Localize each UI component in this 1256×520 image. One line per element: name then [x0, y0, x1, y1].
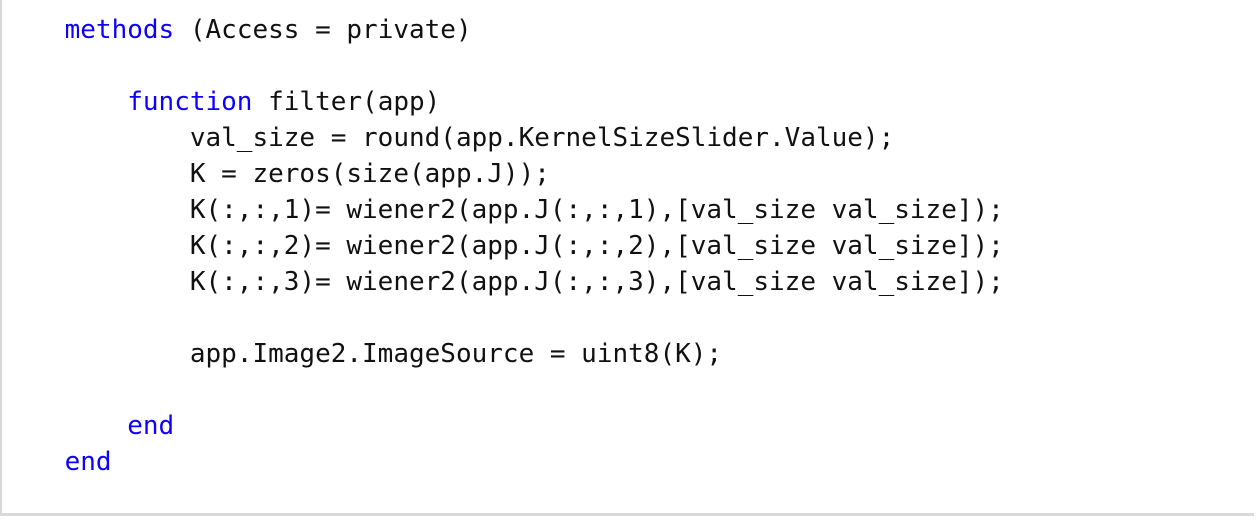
code-text: filter(app) [252, 87, 441, 117]
code-text: K(:,:,1)= wiener2(app.J(:,:,1),[val_size… [189, 195, 1004, 225]
code-line: function filter(app) [2, 84, 1004, 120]
code-line: K(:,:,3)= wiener2(app.J(:,:,3),[val_size… [2, 264, 1004, 300]
code-text: app.Image2.ImageSource = uint8(K); [189, 339, 723, 369]
code-line: K(:,:,2)= wiener2(app.J(:,:,2),[val_size… [2, 228, 1004, 264]
code-text: K(:,:,3)= wiener2(app.J(:,:,3),[val_size… [189, 267, 1004, 297]
code-editor[interactable]: methods (Access = private) function filt… [0, 0, 1254, 516]
code-text: val_size = round(app.KernelSizeSlider.Va… [189, 123, 895, 153]
code-line: end [2, 408, 1004, 444]
code-line: methods (Access = private) [2, 12, 1004, 48]
keyword-methods: methods [64, 15, 175, 45]
keyword-end: end [64, 447, 112, 477]
code-line: K(:,:,1)= wiener2(app.J(:,:,1),[val_size… [2, 192, 1004, 228]
code-line: K = zeros(size(app.J)); [2, 156, 1004, 192]
code-line: end [2, 444, 1004, 480]
code-text: (Access = private) [174, 15, 472, 45]
code-text: K(:,:,2)= wiener2(app.J(:,:,2),[val_size… [189, 231, 1004, 261]
keyword-function: function [127, 87, 253, 117]
code-block[interactable]: methods (Access = private) function filt… [2, 12, 1004, 480]
code-text: K = zeros(size(app.J)); [189, 159, 550, 189]
keyword-end: end [127, 411, 175, 441]
code-line: val_size = round(app.KernelSizeSlider.Va… [2, 120, 1004, 156]
code-line: app.Image2.ImageSource = uint8(K); [2, 336, 1004, 372]
